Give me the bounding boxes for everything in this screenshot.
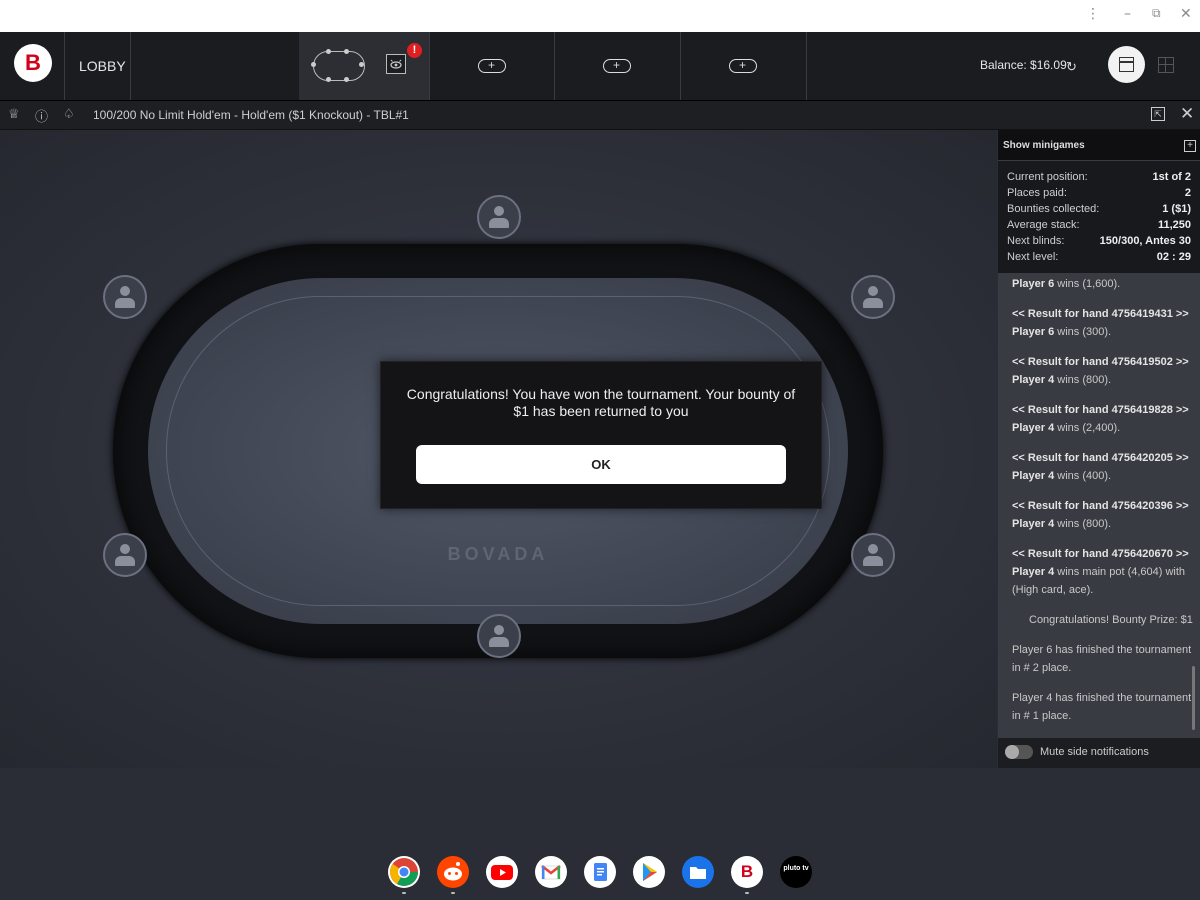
log-line: Player 4 wins (2,400).	[1012, 422, 1121, 434]
log-line: Player 6 wins (300).	[1012, 326, 1112, 338]
mute-label: Mute side notifications	[1040, 746, 1149, 758]
stat-row: Current position: 1st of 2	[1007, 171, 1191, 183]
balance-text: Balance: $16.09	[980, 58, 1067, 72]
user-icon	[120, 544, 130, 554]
log-line: Player 6 wins (1,600).	[1012, 278, 1121, 290]
user-icon	[868, 286, 878, 296]
add-table-slot-3[interactable]: +	[680, 32, 805, 100]
window-menu-icon[interactable]: ⋮	[1086, 6, 1100, 22]
stat-row: Average stack: 11,250	[1007, 219, 1191, 231]
user-icon	[494, 206, 504, 216]
running-indicator	[451, 892, 455, 894]
minigames-label: Show minigames	[1003, 140, 1085, 151]
alert-badge: !	[407, 43, 422, 58]
table-title: 100/200 No Limit Hold'em - Hold'em ($1 K…	[93, 108, 409, 122]
add-table-icon[interactable]: +	[602, 59, 631, 73]
minigames-header[interactable]: Show minigames +	[998, 130, 1200, 160]
chrome-icon[interactable]	[388, 856, 420, 888]
cards-icon[interactable]: ♤	[63, 106, 75, 122]
single-view-button[interactable]	[1108, 46, 1145, 83]
stat-row: Bounties collected: 1 ($1)	[1007, 203, 1191, 215]
empty-seat[interactable]	[103, 533, 147, 577]
log-line: << Result for hand 4756420670 >>	[1012, 548, 1189, 560]
table-tab-active[interactable]: !	[299, 32, 429, 100]
log-line: Player 4 has finished the tournament	[1012, 692, 1192, 704]
empty-seat[interactable]	[851, 275, 895, 319]
docs-icon[interactable]	[584, 856, 616, 888]
add-table-icon[interactable]: +	[477, 59, 506, 73]
bovada-app-icon[interactable]: B	[731, 856, 763, 888]
log-line: in # 2 place.	[1012, 662, 1072, 674]
window-close-icon[interactable]: ✕	[1180, 6, 1192, 22]
log-line: << Result for hand 4756419502 >>	[1012, 356, 1189, 368]
log-line: (High card, ace).	[1012, 584, 1094, 596]
user-icon	[120, 286, 130, 296]
tournament-stats: Current position: 1st of 2 Places paid: 2 …	[998, 161, 1200, 273]
add-table-slot-1[interactable]: +	[429, 32, 554, 100]
mini-table-icon	[311, 49, 365, 82]
stat-row: Next blinds: 150/300, Antes 30	[1007, 235, 1191, 247]
add-table-icon[interactable]: +	[728, 59, 757, 73]
log-line: << Result for hand 4756420205 >>	[1012, 452, 1189, 464]
running-indicator	[402, 892, 406, 894]
log-line: << Result for hand 4756420396 >>	[1012, 500, 1189, 512]
user-icon	[494, 625, 504, 635]
play-store-icon[interactable]	[633, 856, 665, 888]
log-line: << Result for hand 4756419828 >>	[1012, 404, 1189, 416]
restore-icon[interactable]: ⧉	[1152, 6, 1161, 21]
trophy-icon[interactable]: ♕	[8, 106, 20, 122]
pluto-tv-icon[interactable]: pluto tv	[780, 856, 812, 888]
minimize-icon[interactable]: –	[1124, 6, 1131, 22]
empty-seat[interactable]	[851, 533, 895, 577]
log-line: Congratulations! Bounty Prize: $1	[1029, 614, 1193, 626]
log-line: Player 4 wins (800).	[1012, 374, 1112, 386]
popout-icon[interactable]: ⇱	[1151, 107, 1165, 121]
top-bar: B LOBBY ! + + + Balance: $16.09 ↻	[0, 32, 1200, 101]
expand-icon[interactable]: +	[1184, 140, 1196, 152]
log-line: in # 1 place.	[1012, 710, 1072, 722]
add-table-slot-2[interactable]: +	[554, 32, 679, 100]
close-table-icon[interactable]: ✕	[1180, 104, 1194, 124]
side-panel: Show minigames + Current position: 1st of…	[998, 130, 1200, 768]
single-view-icon	[1119, 57, 1134, 72]
window-title-bar: ⋮ – ⧉ ✕	[0, 0, 1200, 32]
tournament-won-dialog: Congratulations! You have won the tourna…	[380, 361, 822, 509]
stat-row: Next level: 02 : 29	[1007, 251, 1191, 263]
log-scrollbar[interactable]	[1192, 666, 1195, 730]
table-brand: BOVADA	[447, 544, 549, 564]
lobby-button[interactable]: LOBBY	[79, 58, 126, 74]
user-icon	[868, 544, 878, 554]
info-icon[interactable]: ⓘ	[35, 106, 48, 125]
mute-toggle[interactable]	[1005, 745, 1033, 759]
ok-button[interactable]: OK	[416, 445, 786, 484]
gmail-icon[interactable]	[535, 856, 567, 888]
cashier-icon[interactable]: ↻	[1066, 59, 1077, 75]
running-indicator	[745, 892, 749, 894]
log-line: Player 4 wins (400).	[1012, 470, 1112, 482]
empty-seat[interactable]	[477, 614, 521, 658]
log-line: << Result for hand 4756419431 >>	[1012, 308, 1189, 320]
table-info-bar: ♕ ⓘ ♤ 100/200 No Limit Hold'em - Hold'em…	[0, 101, 1200, 130]
mute-notifications-bar: Mute side notifications	[998, 738, 1200, 768]
stat-row: Places paid: 2	[1007, 187, 1191, 199]
divider	[130, 32, 131, 100]
youtube-icon[interactable]	[486, 856, 518, 888]
empty-seat[interactable]	[477, 195, 521, 239]
dialog-message: Congratulations! You have won the tourna…	[406, 386, 796, 419]
reddit-icon[interactable]	[437, 856, 469, 888]
empty-seat[interactable]	[103, 275, 147, 319]
log-line: Player 6 has finished the tournament	[1012, 644, 1192, 656]
files-icon[interactable]	[682, 856, 714, 888]
log-line: Player 4 wins (800).	[1012, 518, 1112, 530]
log-line: Player 4 wins main pot (4,604) with	[1012, 566, 1186, 578]
divider	[64, 32, 65, 100]
table-area: BOVADA Congratulations! You have won the…	[0, 130, 997, 894]
grid-view-icon[interactable]	[1158, 57, 1174, 73]
app-shelf: B pluto tv	[384, 856, 818, 894]
observe-icon[interactable]	[386, 54, 406, 74]
divider	[806, 32, 807, 100]
bovada-logo[interactable]: B	[14, 44, 52, 82]
